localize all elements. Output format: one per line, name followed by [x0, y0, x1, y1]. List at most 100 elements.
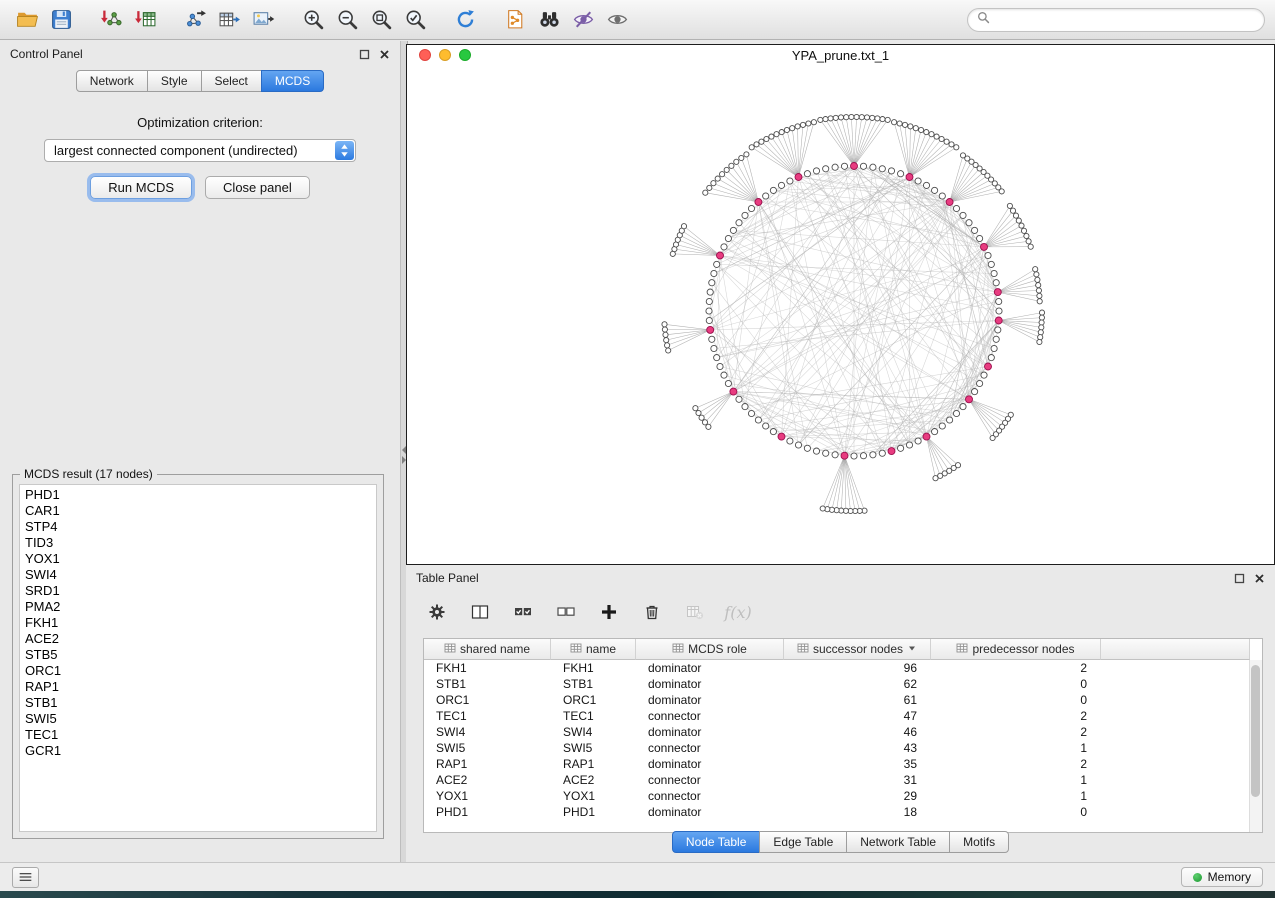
tab-motifs[interactable]: Motifs	[949, 831, 1009, 853]
open-folder-icon	[16, 8, 39, 31]
cell-mcds-role: connector	[636, 740, 784, 756]
close-window-button[interactable]	[419, 49, 431, 61]
mcds-result-item[interactable]: SWI5	[25, 711, 371, 727]
zoom-fit-button[interactable]	[364, 4, 398, 36]
export-network-button[interactable]	[178, 4, 212, 36]
mcds-result-item[interactable]: FKH1	[25, 615, 371, 631]
save-icon	[50, 8, 73, 31]
cell-successor-nodes: 61	[784, 692, 931, 708]
tab-network-table[interactable]: Network Table	[846, 831, 950, 853]
network-canvas[interactable]	[407, 65, 1274, 564]
close-panel-button[interactable]: Close panel	[205, 176, 310, 199]
column-header-name[interactable]: name	[551, 639, 636, 660]
refresh-button[interactable]	[448, 4, 482, 36]
import-network-button[interactable]	[94, 4, 128, 36]
search-input[interactable]	[996, 10, 1264, 30]
mcds-result-item[interactable]: YOX1	[25, 551, 371, 567]
tab-node-table[interactable]: Node Table	[672, 831, 761, 853]
share-document-button[interactable]	[498, 4, 532, 36]
maximize-window-button[interactable]	[459, 49, 471, 61]
open-file-button[interactable]	[10, 4, 44, 36]
mcds-result-item[interactable]: RAP1	[25, 679, 371, 695]
close-panel-icon[interactable]	[379, 49, 390, 60]
table-row[interactable]: TEC1TEC1connector472	[424, 708, 1250, 724]
cell-filler	[1101, 724, 1250, 740]
deselect-all-icon	[557, 603, 575, 621]
mcds-result-item[interactable]: PMA2	[25, 599, 371, 615]
float-table-panel-icon[interactable]	[1234, 573, 1245, 584]
select-all-columns-button[interactable]	[512, 601, 534, 623]
table-row[interactable]: PHD1PHD1dominator180	[424, 804, 1250, 820]
cell-successor-nodes: 18	[784, 804, 931, 820]
table-row[interactable]: RAP1RAP1dominator352	[424, 756, 1250, 772]
column-header-mcds-role[interactable]: MCDS role	[636, 639, 784, 660]
node-table-grid: shared namenameMCDS rolesuccessor nodesp…	[424, 639, 1250, 820]
column-header-shared-name[interactable]: shared name	[424, 639, 551, 660]
mcds-result-item[interactable]: TEC1	[25, 727, 371, 743]
mcds-result-item[interactable]: TID3	[25, 535, 371, 551]
table-row[interactable]: SWI4SWI4dominator462	[424, 724, 1250, 740]
table-row[interactable]: ORC1ORC1dominator610	[424, 692, 1250, 708]
run-mcds-button[interactable]: Run MCDS	[90, 176, 192, 199]
table-settings-button[interactable]	[426, 601, 448, 623]
save-session-button[interactable]	[44, 4, 78, 36]
cell-mcds-role: dominator	[636, 692, 784, 708]
cell-filler	[1101, 772, 1250, 788]
zoom-out-button[interactable]	[330, 4, 364, 36]
delete-columns-button[interactable]	[641, 601, 663, 623]
mcds-result-item[interactable]: GCR1	[25, 743, 371, 759]
column-header-predecessor-nodes[interactable]: predecessor nodes	[931, 639, 1101, 660]
mcds-result-item[interactable]: SRD1	[25, 583, 371, 599]
table-toolbar: f(x)	[406, 594, 1275, 630]
tab-edge-table[interactable]: Edge Table	[759, 831, 847, 853]
export-image-button[interactable]	[246, 4, 280, 36]
refresh-icon	[454, 8, 477, 31]
mcds-result-item[interactable]: STB1	[25, 695, 371, 711]
mcds-result-item[interactable]: STB5	[25, 647, 371, 663]
show-columns-button[interactable]	[469, 601, 491, 623]
network-window-titlebar[interactable]: YPA_prune.txt_1	[407, 45, 1274, 65]
mcds-result-item[interactable]: PHD1	[25, 487, 371, 503]
import-network-icon	[100, 8, 123, 31]
close-table-panel-icon[interactable]	[1254, 573, 1265, 584]
mcds-result-item[interactable]: STP4	[25, 519, 371, 535]
mcds-result-item[interactable]: ACE2	[25, 631, 371, 647]
zoom-selected-button[interactable]	[398, 4, 432, 36]
memory-button[interactable]: Memory	[1181, 867, 1263, 887]
tab-select[interactable]: Select	[201, 70, 262, 92]
mcds-result-item[interactable]: SWI4	[25, 567, 371, 583]
find-button[interactable]	[532, 4, 566, 36]
mcds-result-item[interactable]: ORC1	[25, 663, 371, 679]
cell-filler	[1101, 660, 1250, 676]
tab-mcds[interactable]: MCDS	[261, 70, 324, 92]
panel-selector-button[interactable]	[12, 867, 39, 888]
optimization-criterion-label: Optimization criterion:	[0, 115, 400, 130]
import-table-button[interactable]	[128, 4, 162, 36]
hide-selected-button[interactable]	[566, 4, 600, 36]
deselect-all-columns-button[interactable]	[555, 601, 577, 623]
tab-style[interactable]: Style	[147, 70, 202, 92]
show-all-button[interactable]	[600, 4, 634, 36]
table-row[interactable]: SWI5SWI5connector431	[424, 740, 1250, 756]
scrollbar-thumb[interactable]	[1251, 665, 1260, 797]
column-header-successor-nodes[interactable]: successor nodes	[784, 639, 931, 660]
cell-successor-nodes: 43	[784, 740, 931, 756]
control-panel-title: Control Panel	[10, 47, 83, 61]
optimization-criterion-select[interactable]: largest connected component (undirected)	[44, 139, 356, 162]
table-row[interactable]: STB1STB1dominator620	[424, 676, 1250, 692]
zoom-in-button[interactable]	[296, 4, 330, 36]
export-table-button[interactable]	[212, 4, 246, 36]
table-row[interactable]: YOX1YOX1connector291	[424, 788, 1250, 804]
delete-table-icon	[686, 603, 704, 621]
float-panel-icon[interactable]	[359, 49, 370, 60]
table-row[interactable]: FKH1FKH1dominator962	[424, 660, 1250, 676]
minimize-window-button[interactable]	[439, 49, 451, 61]
table-scrollbar[interactable]	[1249, 660, 1262, 832]
search-box[interactable]	[967, 8, 1265, 32]
cell-predecessor-nodes: 2	[931, 756, 1101, 772]
tab-network[interactable]: Network	[76, 70, 148, 92]
mcds-result-list[interactable]: PHD1CAR1STP4TID3YOX1SWI4SRD1PMA2FKH1ACE2…	[19, 484, 377, 832]
create-column-button[interactable]	[598, 601, 620, 623]
table-row[interactable]: ACE2ACE2connector311	[424, 772, 1250, 788]
mcds-result-item[interactable]: CAR1	[25, 503, 371, 519]
